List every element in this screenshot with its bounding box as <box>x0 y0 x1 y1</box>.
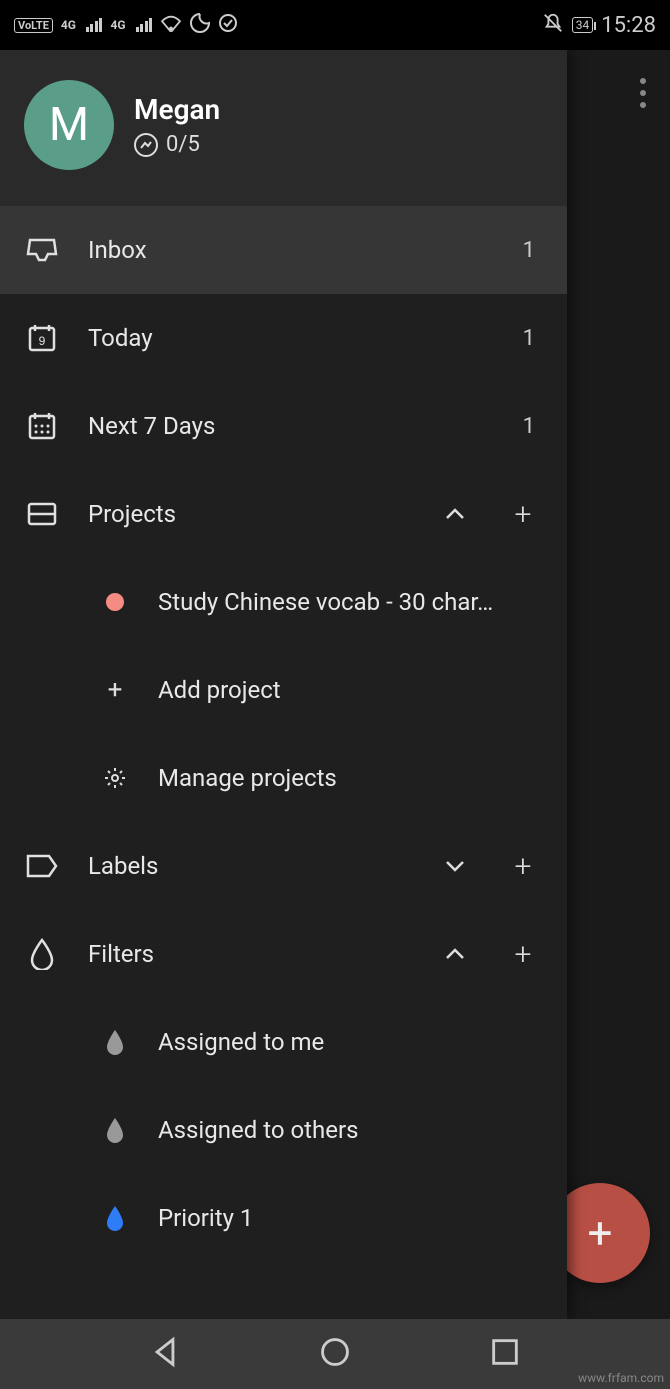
signal-4g-label-1: 4G <box>61 18 76 32</box>
nav-filters[interactable]: Filters + <box>0 910 567 998</box>
nav-next7days[interactable]: Next 7 Days 1 <box>0 382 567 470</box>
signal-4g-label-2: 4G <box>110 18 125 32</box>
nav-label: Inbox <box>88 236 495 264</box>
nav-count: 1 <box>523 238 543 263</box>
filter-drop-icon <box>24 938 60 970</box>
filter-label: Priority 1 <box>158 1204 543 1232</box>
project-color-dot <box>100 593 130 611</box>
filter-item[interactable]: Assigned to others <box>0 1086 567 1174</box>
battery-icon: 34 <box>572 17 594 33</box>
volte-badge: VoLTE <box>14 18 53 33</box>
nav-inbox[interactable]: Inbox 1 <box>0 206 567 294</box>
drop-icon <box>100 1029 130 1055</box>
project-label: Study Chinese vocab - 30 char… <box>158 588 543 616</box>
nav-label: Next 7 Days <box>88 412 495 440</box>
calendar-week-icon <box>24 410 60 442</box>
add-project-item[interactable]: + Add project <box>0 646 567 734</box>
karma-icon <box>134 133 158 157</box>
moon-icon <box>190 13 210 38</box>
add-filter-icon[interactable]: + <box>503 937 543 972</box>
profile-name: Megan <box>134 93 220 126</box>
avatar: M <box>24 80 114 170</box>
check-circle-icon <box>218 13 238 38</box>
navigation-drawer: M Megan 0/5 Inbox 1 9 Today 1 Next 7 <box>0 50 567 1319</box>
add-label-icon[interactable]: + <box>503 849 543 884</box>
add-project-icon[interactable]: + <box>503 497 543 532</box>
nav-label: Labels <box>88 852 407 880</box>
nav-today[interactable]: 9 Today 1 <box>0 294 567 382</box>
nav-count: 1 <box>523 414 543 439</box>
signal-bars-icon <box>86 18 103 32</box>
back-button[interactable] <box>148 1335 182 1373</box>
filter-item[interactable]: Priority 1 <box>0 1174 567 1262</box>
recents-button[interactable] <box>488 1335 522 1373</box>
home-button[interactable] <box>318 1335 352 1373</box>
nav-labels[interactable]: Labels + <box>0 822 567 910</box>
chevron-up-icon[interactable] <box>435 508 475 520</box>
goal-count: 0/5 <box>166 132 200 157</box>
gear-icon <box>100 766 130 790</box>
calendar-today-icon: 9 <box>24 322 60 354</box>
clock: 15:28 <box>601 13 656 38</box>
signal-bars-icon <box>136 18 153 32</box>
drop-icon <box>100 1205 130 1231</box>
filter-item[interactable]: Assigned to me <box>0 998 567 1086</box>
android-navbar <box>0 1319 670 1389</box>
manage-projects-item[interactable]: Manage projects <box>0 734 567 822</box>
chevron-up-icon[interactable] <box>435 948 475 960</box>
nav-label: Projects <box>88 500 407 528</box>
profile-header[interactable]: M Megan 0/5 <box>0 50 567 206</box>
sub-label: Add project <box>158 676 543 704</box>
avatar-initial: M <box>49 98 89 152</box>
projects-icon <box>24 501 60 527</box>
watermark: www.frfam.com <box>578 1371 664 1385</box>
filter-label: Assigned to others <box>158 1116 543 1144</box>
drop-icon <box>100 1117 130 1143</box>
project-item[interactable]: Study Chinese vocab - 30 char… <box>0 558 567 646</box>
plus-icon: + <box>588 1207 613 1259</box>
sub-label: Manage projects <box>158 764 543 792</box>
nav-label: Filters <box>88 940 407 968</box>
svg-text:9: 9 <box>39 334 46 348</box>
mute-icon <box>542 12 564 39</box>
more-options-icon[interactable] <box>640 78 646 108</box>
nav-count: 1 <box>523 326 543 351</box>
nav-projects[interactable]: Projects + <box>0 470 567 558</box>
wifi-icon <box>160 14 182 37</box>
inbox-icon <box>24 236 60 264</box>
chevron-down-icon[interactable] <box>435 860 475 872</box>
nav-label: Today <box>88 324 495 352</box>
label-icon <box>24 853 60 879</box>
filter-label: Assigned to me <box>158 1028 543 1056</box>
plus-icon: + <box>100 675 130 705</box>
status-bar: VoLTE 4G 4G 34 15:28 <box>0 0 670 50</box>
